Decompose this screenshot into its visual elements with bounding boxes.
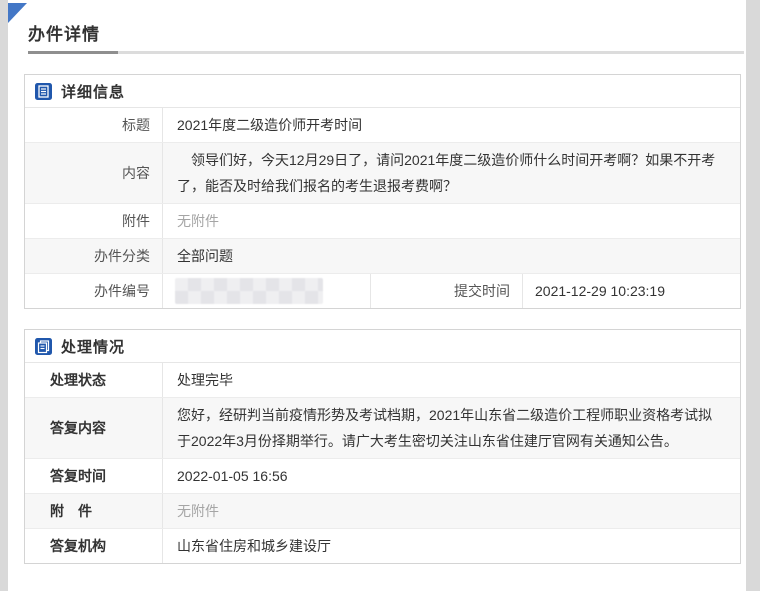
document-icon (35, 83, 52, 100)
table-row-category: 办件分类 全部问题 (25, 239, 740, 274)
title-value: 2021年度二级造价师开考时间 (163, 108, 740, 142)
category-label: 办件分类 (25, 239, 163, 273)
detail-info-section: 详细信息 标题 2021年度二级造价师开考时间 内容 领导们好，今天12月29日… (24, 74, 741, 309)
reply-content-label: 答复内容 (25, 398, 163, 458)
reply-attachment-value: 无附件 (163, 494, 740, 528)
table-row-title: 标题 2021年度二级造价师开考时间 (25, 108, 740, 143)
corner-fold-decoration (8, 3, 27, 23)
item-number-label: 办件编号 (25, 274, 163, 308)
content-label: 内容 (25, 143, 163, 203)
table-row-reply-attachment: 附 件 无附件 (25, 494, 740, 529)
detail-info-header: 详细信息 (25, 75, 740, 108)
reply-time-label: 答复时间 (25, 459, 163, 493)
submit-time-value: 2021-12-29 10:23:19 (523, 274, 740, 308)
reply-attachment-label: 附 件 (25, 494, 163, 528)
title-underline-accent (28, 51, 118, 54)
content-value: 领导们好，今天12月29日了，请问2021年度二级造价师什么时间开考啊？如果不开… (163, 143, 740, 203)
category-value: 全部问题 (163, 239, 740, 273)
process-status-header: 处理情况 (25, 330, 740, 363)
layered-document-icon (35, 338, 52, 355)
table-row-content: 内容 领导们好，今天12月29日了，请问2021年度二级造价师什么时间开考啊？如… (25, 143, 740, 204)
process-status-section: 处理情况 处理状态 处理完毕 答复内容 您好，经研判当前疫情形势及考试档期，20… (24, 329, 741, 564)
process-status-title: 处理情况 (61, 336, 125, 357)
item-number-value (163, 274, 371, 308)
page-title: 办件详情 (8, 0, 746, 51)
table-row-status: 处理状态 处理完毕 (25, 363, 740, 398)
reply-time-value: 2022-01-05 16:56 (163, 459, 740, 493)
title-underline (28, 51, 744, 54)
detail-info-title: 详细信息 (61, 81, 125, 102)
table-row-item-number: 办件编号 提交时间 2021-12-29 10:23:19 (25, 274, 740, 308)
table-row-reply-agency: 答复机构 山东省住房和城乡建设厅 (25, 529, 740, 563)
attachment-value: 无附件 (163, 204, 740, 238)
attachment-label: 附件 (25, 204, 163, 238)
table-row-reply-content: 答复内容 您好，经研判当前疫情形势及考试档期，2021年山东省二级造价工程师职业… (25, 398, 740, 459)
status-label: 处理状态 (25, 363, 163, 397)
reply-agency-label: 答复机构 (25, 529, 163, 563)
status-value: 处理完毕 (163, 363, 740, 397)
item-detail-page: { "page": { "title": "办件详情" }, "detail":… (0, 0, 760, 591)
table-row-reply-time: 答复时间 2022-01-05 16:56 (25, 459, 740, 494)
reply-agency-value: 山东省住房和城乡建设厅 (163, 529, 740, 563)
reply-content-value: 您好，经研判当前疫情形势及考试档期，2021年山东省二级造价工程师职业资格考试拟… (163, 398, 740, 458)
table-row-attachment: 附件 无附件 (25, 204, 740, 239)
title-label: 标题 (25, 108, 163, 142)
submit-time-label: 提交时间 (371, 274, 523, 308)
content-panel: 办件详情 详细信息 标题 2021年度二级造价师开考时间 内容 领导们好， (8, 0, 746, 591)
censored-item-number (175, 278, 323, 304)
